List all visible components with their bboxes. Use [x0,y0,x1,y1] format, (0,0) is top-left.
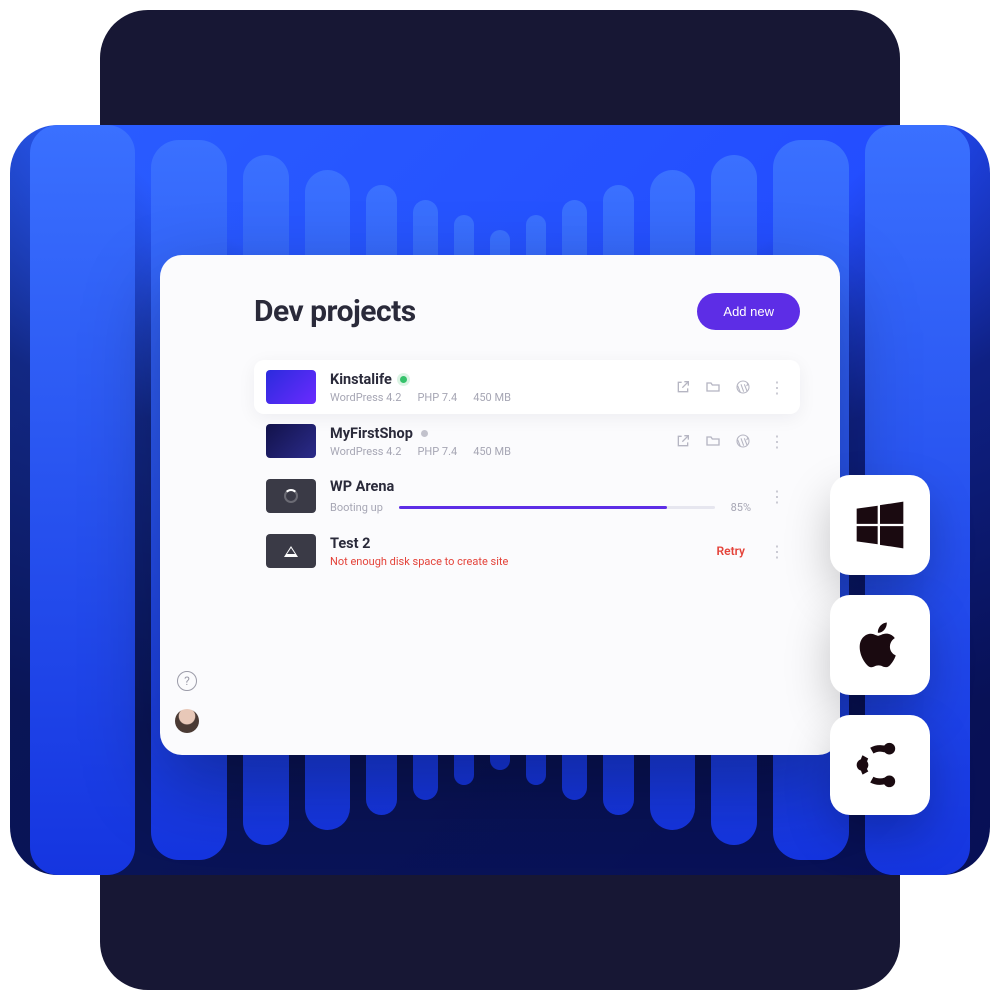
progress-bar [399,506,715,509]
ubuntu-card[interactable] [830,715,930,815]
windows-card[interactable] [830,475,930,575]
project-thumbnail-loading [266,479,316,513]
wordpress-icon[interactable] [735,379,751,395]
project-list: Kinstalife WordPress 4.2 PHP 7.4 450 MB [254,360,800,578]
project-row[interactable]: Test 2 Not enough disk space to create s… [254,524,800,578]
project-name: Test 2 [330,535,370,552]
project-name: Kinstalife [330,371,392,388]
more-menu-icon[interactable] [765,487,788,506]
project-meta: WordPress 4.2 PHP 7.4 450 MB [330,445,661,458]
progress-percent: 85% [731,501,751,514]
project-meta: WordPress 4.2 PHP 7.4 450 MB [330,391,661,404]
project-status-text: Booting up [330,501,383,514]
folder-icon[interactable] [705,433,721,449]
project-row[interactable]: WP Arena Booting up 85% [254,468,800,524]
open-external-icon[interactable] [675,433,691,449]
project-thumbnail [266,370,316,404]
open-external-icon[interactable] [675,379,691,395]
project-row[interactable]: Kinstalife WordPress 4.2 PHP 7.4 450 MB [254,360,800,414]
more-menu-icon[interactable] [765,378,788,397]
project-thumbnail [266,424,316,458]
help-icon[interactable]: ? [177,671,197,691]
apple-icon [852,617,908,673]
spinner-icon [284,489,298,503]
status-dot-idle-icon [421,430,428,437]
warning-icon [284,546,298,557]
apple-card[interactable] [830,595,930,695]
wordpress-icon[interactable] [735,433,751,449]
project-thumbnail-error [266,534,316,568]
ubuntu-icon [852,737,908,793]
add-new-button[interactable]: Add new [697,293,800,330]
project-error-text: Not enough disk space to create site [330,555,703,568]
avatar[interactable] [175,709,199,733]
folder-icon[interactable] [705,379,721,395]
windows-icon [852,497,908,553]
project-name: MyFirstShop [330,425,413,442]
project-name: WP Arena [330,478,394,495]
sidebar-gutter: ? [160,255,214,755]
more-menu-icon[interactable] [765,432,788,451]
status-dot-running-icon [400,376,407,383]
more-menu-icon[interactable] [765,542,788,561]
page-title: Dev projects [254,294,416,329]
retry-button[interactable]: Retry [717,544,746,558]
project-row[interactable]: MyFirstShop WordPress 4.2 PHP 7.4 450 MB [254,414,800,468]
os-cards [830,475,930,815]
app-window: ? Dev projects Add new Kinstalife WordPr… [160,255,840,755]
